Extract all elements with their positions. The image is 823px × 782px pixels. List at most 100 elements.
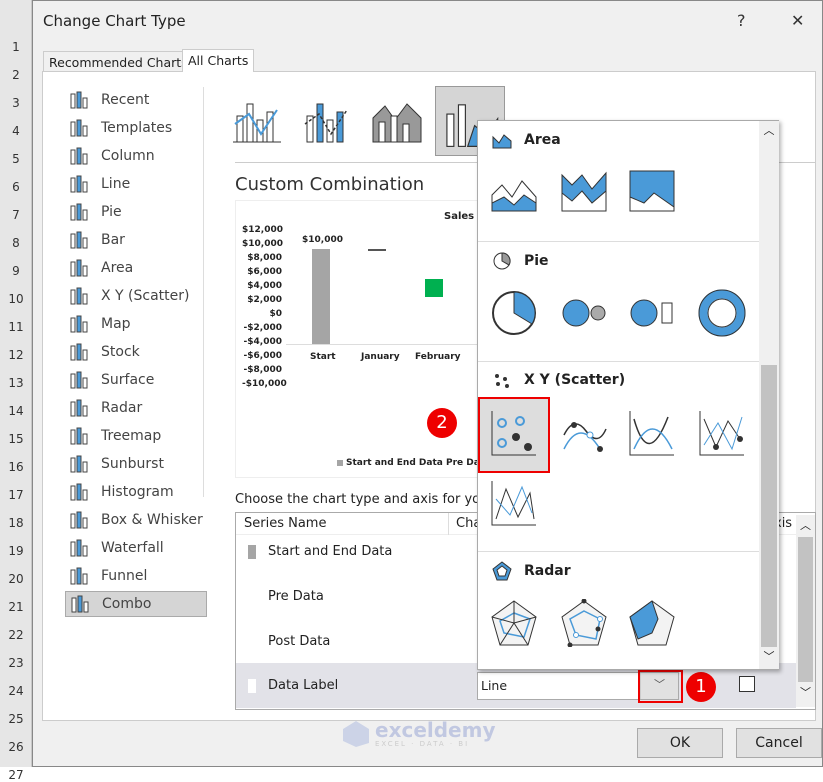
combo-clustered-column-line-icon[interactable] — [231, 94, 283, 146]
row-number[interactable]: 9 — [0, 264, 32, 278]
bar-chart-icon — [70, 231, 88, 249]
sidebar-item-surface[interactable]: Surface — [65, 367, 207, 393]
scatter-smooth-markers-icon[interactable] — [560, 409, 608, 457]
secondary-axis-checkbox[interactable] — [739, 676, 755, 692]
step-badge-1: 1 — [686, 672, 716, 702]
close-button[interactable]: ✕ — [791, 11, 804, 30]
scatter-option-selected[interactable] — [478, 397, 550, 473]
stacked-area-option-icon[interactable] — [560, 167, 608, 215]
sidebar-item-recent[interactable]: Recent — [65, 87, 207, 113]
sidebar-item-radar[interactable]: Radar — [65, 395, 207, 421]
row-number[interactable]: 2 — [0, 68, 32, 82]
section-title: Custom Combination — [235, 174, 425, 195]
row-number[interactable]: 5 — [0, 152, 32, 166]
row-number[interactable]: 6 — [0, 180, 32, 194]
sidebar-item-pie[interactable]: Pie — [65, 199, 207, 225]
dropdown-scrollbar[interactable]: ︿ ﹀ — [759, 121, 779, 669]
dialog-title: Change Chart Type — [43, 12, 186, 30]
sidebar-item-x-y-scatter-[interactable]: X Y (Scatter) — [65, 283, 207, 309]
map-chart-icon — [70, 315, 88, 333]
sidebar-item-area[interactable]: Area — [65, 255, 207, 281]
area-chart-option-icon[interactable] — [490, 167, 538, 215]
step-badge-2: 2 — [427, 408, 457, 438]
ok-button[interactable]: OK — [637, 728, 723, 758]
sidebar-item-label: Templates — [101, 120, 173, 136]
row-number[interactable]: 10 — [0, 292, 32, 306]
doughnut-option-icon[interactable] — [698, 289, 746, 337]
row-number[interactable]: 11 — [0, 320, 32, 334]
row-number[interactable]: 15 — [0, 432, 32, 446]
radar-option-icon[interactable] — [490, 599, 538, 647]
row-number[interactable]: 27 — [0, 768, 32, 782]
series-name: Data Label — [268, 678, 339, 693]
sidebar-item-funnel[interactable]: Funnel — [65, 563, 207, 589]
tab-all-charts[interactable]: All Charts — [182, 49, 255, 72]
change-chart-type-dialog: Change Chart Type ? ✕ Recommended Charts… — [32, 0, 823, 767]
sidebar-item-label: Funnel — [101, 568, 148, 584]
sidebar-item-column[interactable]: Column — [65, 143, 207, 169]
sidebar-item-line[interactable]: Line — [65, 171, 207, 197]
bar-february — [425, 279, 443, 297]
sidebar-item-label: Stock — [101, 344, 140, 360]
sidebar-item-waterfall[interactable]: Waterfall — [65, 535, 207, 561]
treemap-chart-icon — [70, 427, 88, 445]
bar-of-pie-option-icon[interactable] — [628, 289, 676, 337]
sidebar-item-label: Recent — [101, 92, 150, 108]
sidebar-item-label: Radar — [101, 400, 143, 416]
y-axis-tick-label: -$8,000 — [243, 365, 282, 375]
series-color-swatch — [248, 544, 256, 559]
sidebar-item-treemap[interactable]: Treemap — [65, 423, 207, 449]
row-number[interactable]: 21 — [0, 600, 32, 614]
scrollbar-thumb[interactable] — [761, 365, 777, 647]
scatter-straight-lines-icon[interactable] — [490, 479, 538, 527]
scatter-straight-markers-icon[interactable] — [698, 409, 746, 457]
sidebar-item-sunburst[interactable]: Sunburst — [65, 451, 207, 477]
row-number[interactable]: 17 — [0, 488, 32, 502]
row-number[interactable]: 18 — [0, 516, 32, 530]
combo-column-line-secondary-icon[interactable] — [301, 94, 353, 146]
sidebar-item-map[interactable]: Map — [65, 311, 207, 337]
help-button[interactable]: ? — [737, 11, 746, 30]
table-scrollbar[interactable]: ︿ ﹀ — [796, 515, 815, 707]
row-number[interactable]: 7 — [0, 208, 32, 222]
filled-radar-option-icon[interactable] — [628, 599, 676, 647]
row-number[interactable]: 20 — [0, 572, 32, 586]
series-name: Start and End Data — [268, 544, 393, 559]
scatter-smooth-lines-icon[interactable] — [628, 409, 676, 457]
sidebar-item-label: Combo — [102, 596, 152, 612]
scrollbar-thumb[interactable] — [798, 537, 813, 682]
100-stacked-area-option-icon[interactable] — [628, 167, 676, 215]
row-number[interactable]: 8 — [0, 236, 32, 250]
sidebar-item-label: Pie — [101, 204, 122, 220]
row-number[interactable]: 23 — [0, 656, 32, 670]
row-number[interactable]: 25 — [0, 712, 32, 726]
row-number[interactable]: 19 — [0, 544, 32, 558]
radar-markers-option-icon[interactable] — [560, 599, 608, 647]
sidebar-item-stock[interactable]: Stock — [65, 339, 207, 365]
cancel-button[interactable]: Cancel — [736, 728, 822, 758]
row-number[interactable]: 3 — [0, 96, 32, 110]
sidebar-item-box-whisker[interactable]: Box & Whisker — [65, 507, 207, 533]
pie-of-pie-option-icon[interactable] — [560, 289, 608, 337]
row-number[interactable]: 12 — [0, 348, 32, 362]
line-chart-icon — [70, 175, 88, 193]
y-axis-tick-label: -$10,000 — [242, 379, 287, 389]
funnel-chart-icon — [70, 567, 88, 585]
combo-stacked-area-column-icon[interactable] — [371, 94, 423, 146]
sidebar-item-templates[interactable]: Templates — [65, 115, 207, 141]
row-number[interactable]: 13 — [0, 376, 32, 390]
row-number[interactable]: 22 — [0, 628, 32, 642]
row-number[interactable]: 16 — [0, 460, 32, 474]
sidebar-item-histogram[interactable]: Histogram — [65, 479, 207, 505]
sidebar-item-combo[interactable]: Combo — [65, 591, 207, 617]
tab-recommended-charts[interactable]: Recommended Charts — [43, 51, 194, 72]
row-number[interactable]: 26 — [0, 740, 32, 754]
row-number[interactable]: 14 — [0, 404, 32, 418]
series-color-swatch — [248, 678, 256, 693]
row-number[interactable]: 1 — [0, 40, 32, 54]
row-number[interactable]: 4 — [0, 124, 32, 138]
box-whisker-icon — [70, 511, 88, 529]
sidebar-item-bar[interactable]: Bar — [65, 227, 207, 253]
row-number[interactable]: 24 — [0, 684, 32, 698]
pie-option-icon[interactable] — [490, 289, 538, 337]
